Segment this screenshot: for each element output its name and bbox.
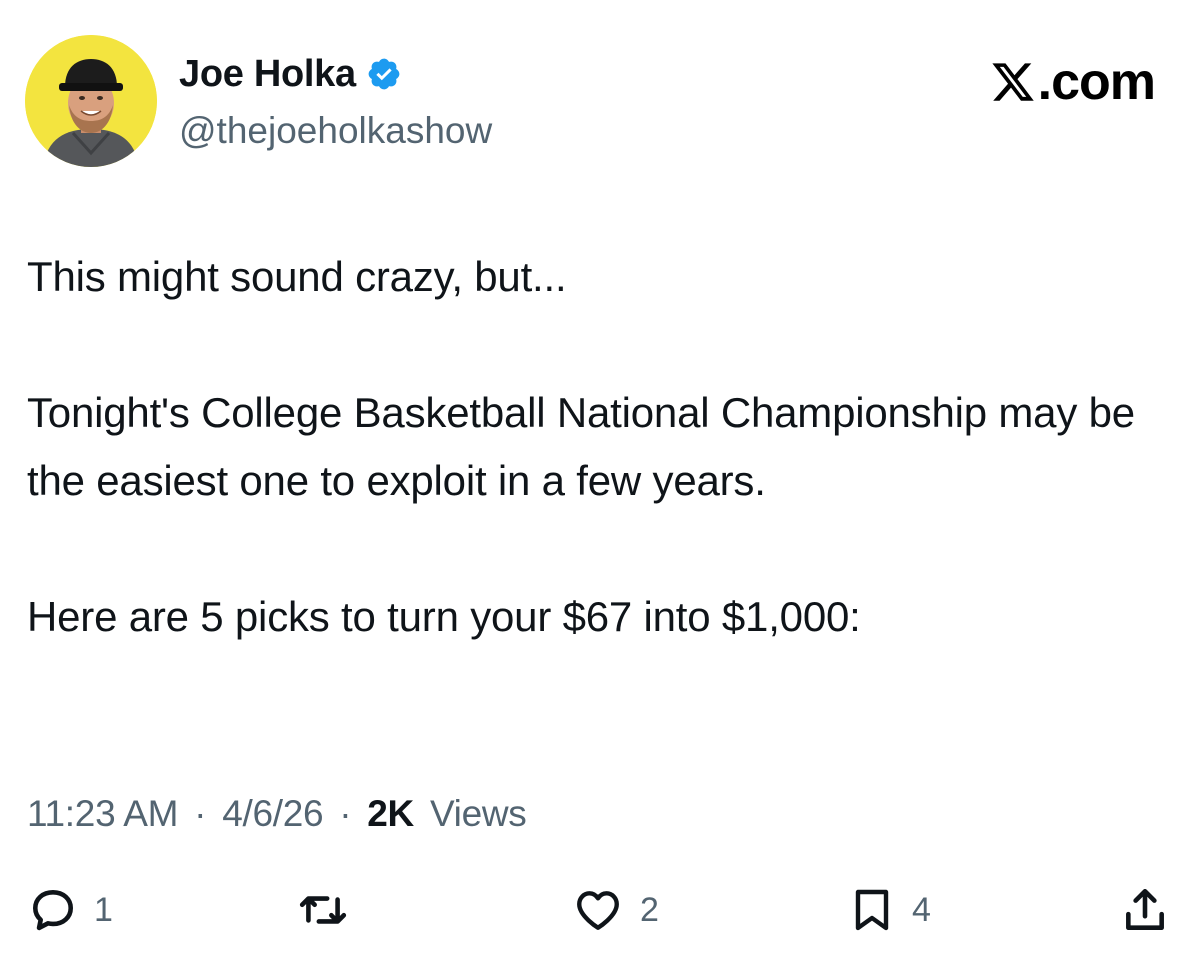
bookmark-button[interactable]: 4 [848,880,931,940]
author-display-name[interactable]: Joe Holka [179,50,356,98]
heart-icon [572,885,624,935]
like-button[interactable]: 2 [572,880,659,940]
repost-icon [295,885,351,935]
tweet-time[interactable]: 11:23 AM [27,793,178,834]
bookmark-icon [848,885,896,935]
views-label[interactable]: Views [430,793,527,834]
views-count[interactable]: 2K [367,793,414,834]
brand-logo: .com [990,52,1156,112]
reply-count: 1 [94,890,113,929]
tweet-date[interactable]: 4/6/26 [222,793,323,834]
avatar[interactable] [25,35,157,167]
tweet-text: This might sound crazy, but... Tonight's… [27,243,1177,651]
tweet-paragraph: Here are 5 picks to turn your $67 into $… [27,593,861,640]
author-name-row[interactable]: Joe Holka [179,50,402,98]
bookmark-count: 4 [912,890,931,929]
reply-icon [28,885,78,935]
action-bar: 1 2 4 [0,880,1200,940]
like-count: 2 [640,890,659,929]
x-logo-icon [990,58,1036,106]
share-icon [1120,884,1170,936]
tweet-paragraph: This might sound crazy, but... [27,253,567,300]
share-button[interactable] [1120,880,1170,940]
tweet-metadata: 11:23 AM · 4/6/26 · 2K Views [27,790,527,838]
reply-button[interactable]: 1 [28,880,113,940]
meta-separator: · [194,793,207,834]
meta-separator: · [339,793,352,834]
avatar-photo [25,35,157,167]
author-handle[interactable]: @thejoeholkashow [179,108,492,154]
brand-logo-text: .com [1037,53,1156,111]
tweet-paragraph: Tonight's College Basketball National Ch… [27,389,1135,504]
verified-badge-icon[interactable] [366,56,402,92]
repost-button[interactable] [295,880,351,940]
